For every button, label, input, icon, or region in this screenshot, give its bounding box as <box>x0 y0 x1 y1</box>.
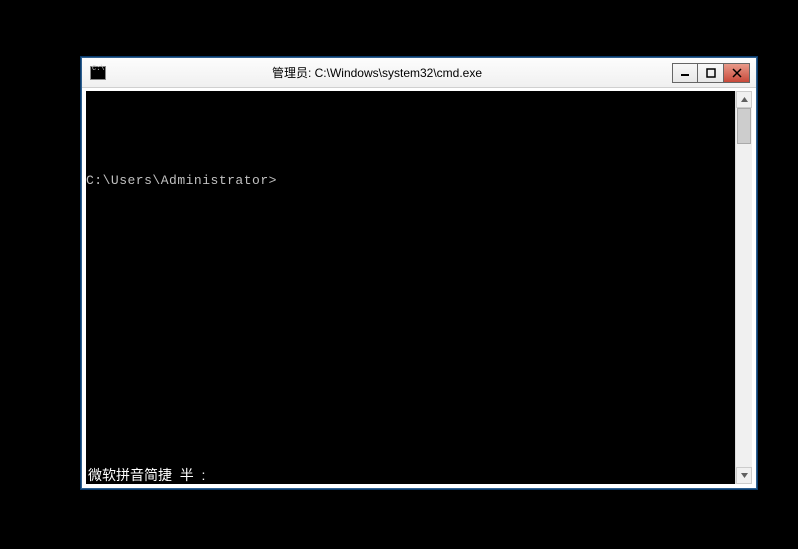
cmd-window: 管理员: C:\Windows\system32\cmd.exe C:\User… <box>81 57 757 489</box>
scroll-track[interactable] <box>736 108 752 467</box>
scroll-thumb[interactable] <box>737 108 751 144</box>
close-icon <box>732 68 742 78</box>
ime-status-bar: 微软拼音简捷 半 : <box>86 466 207 484</box>
vertical-scrollbar[interactable] <box>735 91 752 484</box>
client-area: C:\Users\Administrator> 微软拼音简捷 半 : <box>86 91 752 484</box>
minimize-icon <box>680 68 690 78</box>
maximize-icon <box>706 68 716 78</box>
blank-line <box>86 125 735 141</box>
cmd-icon <box>90 66 106 80</box>
titlebar[interactable]: 管理员: C:\Windows\system32\cmd.exe <box>82 58 756 88</box>
minimize-button[interactable] <box>672 63 698 83</box>
prompt-line: C:\Users\Administrator> <box>86 173 735 189</box>
chevron-down-icon <box>740 471 749 480</box>
console-output[interactable]: C:\Users\Administrator> 微软拼音简捷 半 : <box>86 91 735 484</box>
close-button[interactable] <box>724 63 750 83</box>
window-controls <box>672 63 750 83</box>
window-title: 管理员: C:\Windows\system32\cmd.exe <box>82 64 672 81</box>
scroll-up-button[interactable] <box>736 91 752 108</box>
chevron-up-icon <box>740 95 749 104</box>
scroll-down-button[interactable] <box>736 467 752 484</box>
maximize-button[interactable] <box>698 63 724 83</box>
